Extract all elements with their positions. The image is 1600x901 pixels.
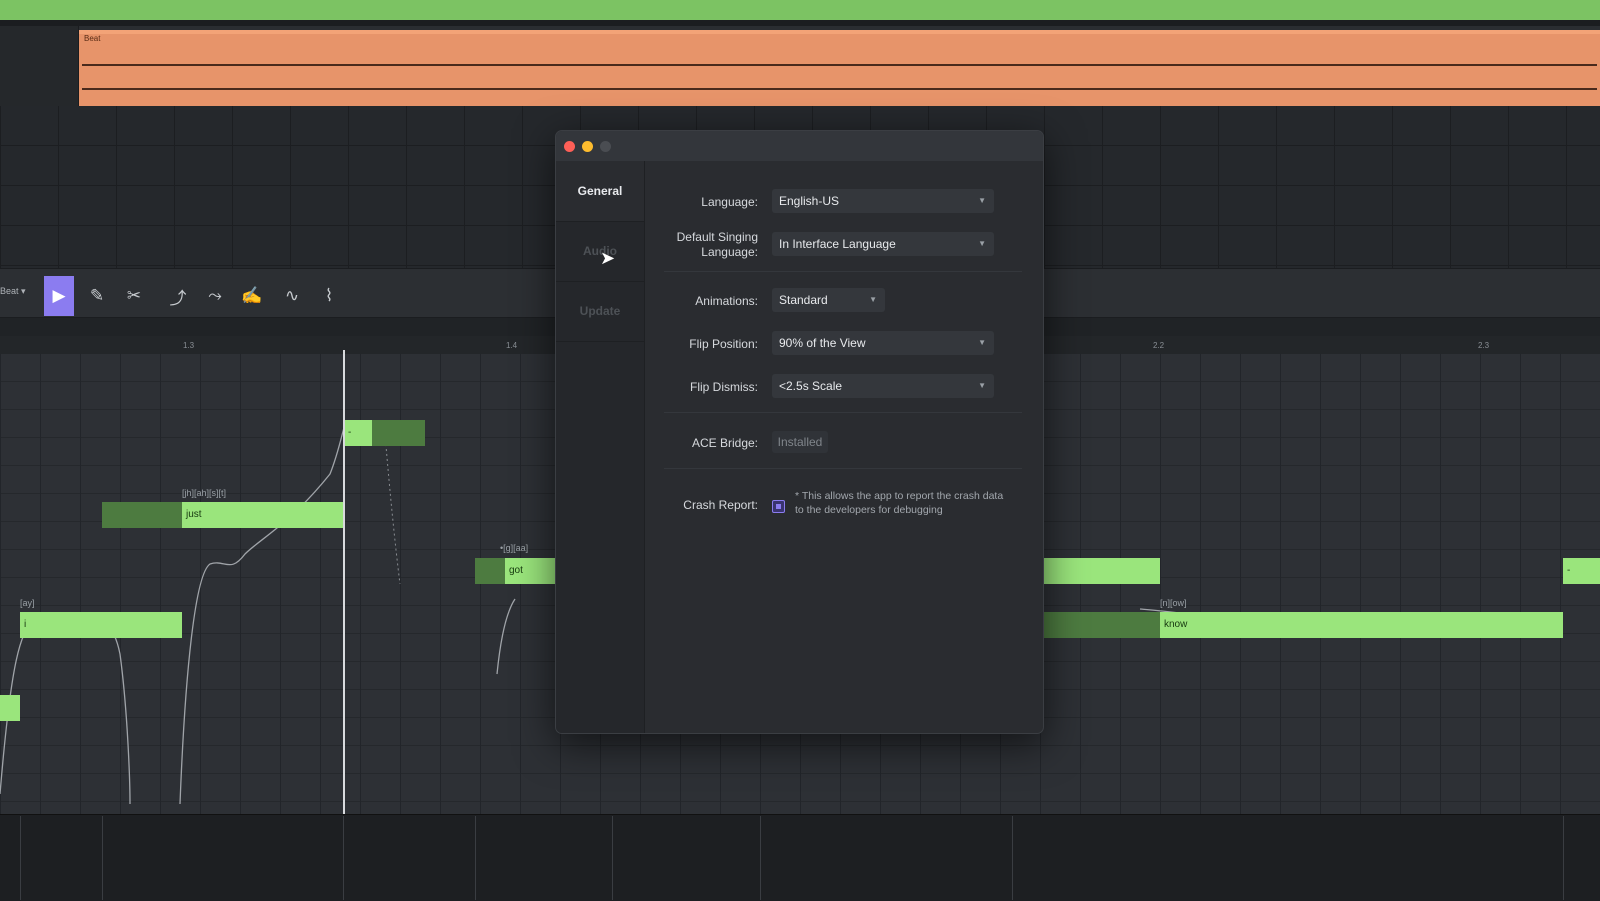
flip-position-label: Flip Position:	[689, 337, 758, 351]
divider	[664, 412, 1022, 413]
crash-report-checkbox[interactable]	[772, 500, 785, 513]
ace-bridge-status-badge: Installed	[772, 431, 828, 453]
note-transition	[1043, 612, 1160, 638]
chevron-down-icon: ▼	[978, 196, 986, 205]
zoom-window-button[interactable]	[600, 141, 611, 152]
beat-clip-label: Beat	[84, 34, 101, 43]
arrow-cursor-icon: ▶	[52, 286, 66, 305]
phoneme-label: •[g][aa]	[500, 543, 529, 553]
close-window-button[interactable]	[564, 141, 575, 152]
flip-dismiss-label: Flip Dismiss:	[690, 380, 758, 394]
crash-report-note: * This allows the app to report the cras…	[795, 490, 1004, 516]
language-label: Language:	[701, 195, 758, 209]
note-i[interactable]: i	[20, 612, 182, 638]
beat-audio-clip[interactable]	[79, 30, 1600, 106]
vibrato-icon: ∿	[284, 286, 300, 305]
bottom-marker	[760, 816, 761, 900]
preferences-dialog: General Audio Update Language: English-U…	[555, 130, 1044, 734]
phoneme-label: [n][ow]	[1160, 598, 1187, 608]
dialog-titlebar[interactable]	[556, 131, 1043, 161]
beat-waveform-bottom	[82, 88, 1597, 90]
beat-waveform-top	[82, 64, 1597, 66]
crash-report-label: Crash Report:	[683, 498, 758, 512]
ruler-label: 2.3	[1478, 341, 1490, 350]
bottom-marker	[1012, 816, 1013, 900]
ace-bridge-label: ACE Bridge:	[691, 436, 758, 450]
pitch-erase-icon: ⤳	[208, 286, 222, 305]
pitch-curve-icon: ⤴	[169, 288, 187, 308]
bottom-panel	[0, 814, 1600, 901]
pitch-draw-icon: ✍	[241, 286, 263, 305]
ruler-label: 1.3	[183, 341, 195, 350]
note-just[interactable]: just	[182, 502, 343, 528]
note-know[interactable]: know	[1160, 612, 1563, 638]
bottom-marker	[612, 816, 613, 900]
note-dash[interactable]: -	[344, 420, 372, 446]
language-select[interactable]: English-US ▼	[772, 189, 994, 213]
default-singing-language-label-line1: Default Singing	[676, 230, 758, 244]
beat-dropdown[interactable]: Beat ▾	[0, 286, 26, 297]
vibrato-tool-button[interactable]: ∿	[277, 276, 307, 316]
note-transition	[475, 558, 505, 584]
track-header[interactable]	[0, 26, 79, 106]
pitch-erase-tool-button[interactable]: ⤳	[200, 276, 230, 316]
bottom-marker	[475, 816, 476, 900]
sidebar-item-update[interactable]: Update	[556, 281, 644, 342]
pencil-icon: ✎	[89, 286, 105, 305]
scissors-tool-button[interactable]: ✂	[119, 276, 149, 316]
phoneme-label: [ay]	[20, 598, 35, 608]
bottom-marker	[1563, 816, 1564, 900]
chevron-down-icon: ▼	[978, 338, 986, 347]
checkbox-check-icon	[776, 504, 781, 509]
note-transition	[102, 502, 182, 528]
divider	[664, 271, 1022, 272]
bottom-marker	[102, 816, 103, 900]
animations-value: Standard	[779, 293, 828, 307]
language-value: English-US	[779, 194, 840, 208]
animations-select[interactable]: Standard ▼	[772, 288, 885, 312]
note-partial[interactable]	[0, 695, 20, 721]
transition-tool-button[interactable]: ⌇	[314, 276, 344, 316]
note-dash-right[interactable]: -	[1563, 558, 1600, 584]
select-tool-button[interactable]: ▶	[44, 276, 74, 316]
default-singing-language-label-line2: Language:	[701, 245, 758, 259]
default-singing-language-label: Default Singing Language:	[677, 230, 758, 260]
scissors-icon: ✂	[126, 286, 142, 305]
divider	[664, 468, 1022, 469]
minimize-window-button[interactable]	[582, 141, 593, 152]
note-got[interactable]: got	[505, 558, 555, 584]
pitch-curve-tool-button[interactable]: ⤴	[163, 276, 193, 316]
flip-position-value: 90% of the View	[779, 336, 866, 350]
ruler-label: 2.2	[1153, 341, 1165, 350]
chevron-down-icon: ▼	[978, 381, 986, 390]
bottom-marker	[343, 816, 344, 900]
chevron-down-icon: ▼	[978, 239, 986, 248]
animations-label: Animations:	[695, 294, 758, 308]
default-singing-language-select[interactable]: In Interface Language ▼	[772, 232, 994, 256]
note-transition	[372, 420, 425, 446]
ruler-label: 1.4	[506, 341, 518, 350]
pencil-tool-button[interactable]: ✎	[82, 276, 112, 316]
timeline-top-strip	[0, 0, 1600, 20]
phoneme-label: [jh][ah][s][t]	[182, 488, 227, 498]
pitch-draw-tool-button[interactable]: ✍	[237, 276, 267, 316]
playhead[interactable]	[343, 350, 345, 814]
mouse-cursor-icon: ➤	[600, 248, 616, 268]
flip-dismiss-value: <2.5s Scale	[779, 379, 843, 393]
default-singing-language-value: In Interface Language	[779, 237, 896, 251]
note-segment[interactable]	[1043, 558, 1160, 584]
flip-dismiss-select[interactable]: <2.5s Scale ▼	[772, 374, 994, 398]
transition-icon: ⌇	[324, 286, 334, 305]
sidebar-item-general[interactable]: General	[556, 161, 644, 222]
flip-position-select[interactable]: 90% of the View ▼	[772, 331, 994, 355]
bottom-marker	[20, 816, 21, 900]
chevron-down-icon: ▼	[869, 295, 877, 304]
